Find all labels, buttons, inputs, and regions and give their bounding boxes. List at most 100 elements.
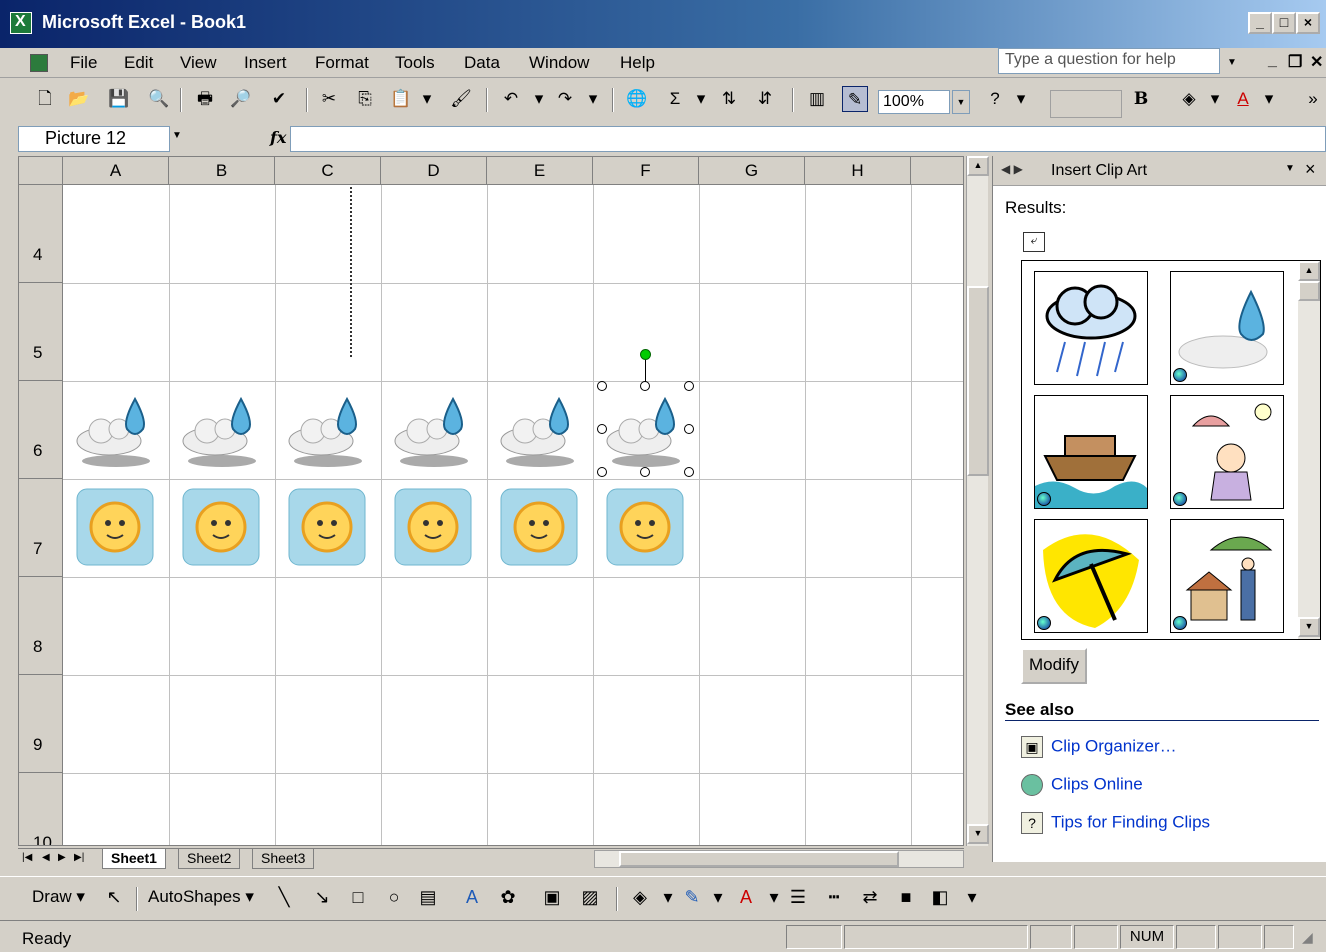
clips-online-link[interactable]: Clips Online xyxy=(1021,774,1143,796)
row-header-5[interactable]: 5 xyxy=(19,283,63,381)
next-sheet-icon[interactable]: ▶ xyxy=(58,852,66,863)
column-header-e[interactable]: E xyxy=(487,157,593,185)
first-sheet-icon[interactable]: |◀ xyxy=(22,852,32,863)
chart-wizard-icon[interactable]: ▥ xyxy=(804,86,830,112)
task-pane-close-icon[interactable]: × xyxy=(1305,159,1316,180)
task-pane-menu-icon[interactable]: ▼ xyxy=(1285,163,1295,174)
menu-edit[interactable]: Edit xyxy=(124,53,153,73)
results-scroll-down-button[interactable]: ▼ xyxy=(1298,617,1320,637)
wordart-icon[interactable]: A xyxy=(460,885,484,909)
column-header-b[interactable]: B xyxy=(169,157,275,185)
select-all-corner[interactable] xyxy=(19,157,63,185)
fill-color-icon[interactable]: ◈ xyxy=(1176,86,1202,112)
autoshapes-menu-button[interactable]: AutoShapes ▾ xyxy=(148,887,254,907)
sun-picture[interactable] xyxy=(75,487,155,567)
column-header-g[interactable]: G xyxy=(699,157,805,185)
minimize-button[interactable]: _ xyxy=(1248,12,1272,34)
task-pane-nav-icon[interactable]: ◀ ▶ xyxy=(1001,162,1023,176)
undo-icon[interactable]: ↶ xyxy=(498,86,524,112)
vertical-scrollbar[interactable]: ▲ ▼ xyxy=(966,156,989,846)
fill-color-dropdown-icon[interactable]: ▾ xyxy=(656,885,680,909)
clip-organizer-label[interactable]: Clip Organizer… xyxy=(1051,736,1177,755)
sheet-tab-sheet1[interactable]: Sheet1 xyxy=(102,849,166,869)
paste-icon[interactable]: 📋 xyxy=(388,86,414,112)
modify-button[interactable]: Modify xyxy=(1021,648,1087,684)
diagram-icon[interactable]: ✿ xyxy=(496,885,520,909)
menu-window[interactable]: Window xyxy=(529,53,589,73)
row-header-9[interactable]: 9 xyxy=(19,675,63,773)
autosum-dropdown-icon[interactable]: ▾ xyxy=(688,86,714,112)
help-icon[interactable]: ? xyxy=(982,86,1008,112)
menu-tools[interactable]: Tools xyxy=(395,53,435,73)
column-header-h[interactable]: H xyxy=(805,157,911,185)
redo-icon[interactable]: ↷ xyxy=(552,86,578,112)
help-question-input[interactable]: Type a question for help xyxy=(998,48,1220,74)
back-to-search-icon[interactable]: ⤶ xyxy=(1023,232,1045,252)
scroll-down-button[interactable]: ▼ xyxy=(967,824,989,844)
cloud-raindrop-picture[interactable] xyxy=(389,391,479,471)
menu-help[interactable]: Help xyxy=(620,53,655,73)
undo-dropdown-icon[interactable]: ▾ xyxy=(526,86,552,112)
shadow-style-icon[interactable]: ■ xyxy=(894,885,918,909)
format-painter-icon[interactable]: 🖌 xyxy=(448,86,474,112)
row-header-6[interactable]: 6 xyxy=(19,381,63,479)
sun-picture[interactable] xyxy=(605,487,685,567)
toolbar-options-icon[interactable]: ▾ xyxy=(960,885,984,909)
zoom-field[interactable]: 100% xyxy=(878,90,950,114)
horizontal-scroll-thumb[interactable] xyxy=(619,851,899,867)
drawing-icon[interactable]: ✎ xyxy=(842,86,868,112)
save-icon[interactable]: 💾 xyxy=(106,86,132,112)
cloud-raindrop-picture[interactable] xyxy=(283,391,373,471)
font-color-dropdown-icon[interactable]: ▾ xyxy=(762,885,786,909)
results-scroll-thumb[interactable] xyxy=(1298,281,1320,301)
sheet-tab-sheet2[interactable]: Sheet2 xyxy=(178,849,241,869)
close-button[interactable]: × xyxy=(1296,12,1320,34)
open-icon[interactable]: 📂 xyxy=(66,86,92,112)
clip-result-storm-cloud[interactable] xyxy=(1034,271,1148,385)
resize-handle[interactable] xyxy=(684,467,694,477)
font-color-dropdown-icon[interactable]: ▾ xyxy=(1256,86,1282,112)
clip-organizer-link[interactable]: ▣ Clip Organizer… xyxy=(1021,736,1177,758)
autosum-icon[interactable]: Σ xyxy=(662,86,688,112)
menu-insert[interactable]: Insert xyxy=(244,53,287,73)
resize-handle[interactable] xyxy=(684,424,694,434)
cloud-raindrop-picture[interactable] xyxy=(71,391,161,471)
menu-data[interactable]: Data xyxy=(464,53,500,73)
title-bar[interactable]: Microsoft Excel - Book1 _ □ × xyxy=(0,0,1326,48)
menu-file[interactable]: File xyxy=(70,53,97,73)
insert-function-icon[interactable]: fx xyxy=(270,128,286,147)
sort-ascending-icon[interactable]: ⇅ xyxy=(716,86,742,112)
print-icon[interactable]: 🖶 xyxy=(192,86,218,112)
doc-minimize-button[interactable]: _ xyxy=(1268,52,1277,70)
last-sheet-icon[interactable]: ▶| xyxy=(74,852,84,863)
formula-input[interactable] xyxy=(290,126,1326,152)
redo-dropdown-icon[interactable]: ▾ xyxy=(580,86,606,112)
line-color-dropdown-icon[interactable]: ▾ xyxy=(706,885,730,909)
selected-cloud-raindrop-picture[interactable] xyxy=(601,391,691,471)
scroll-up-button[interactable]: ▲ xyxy=(967,156,989,176)
resize-handle[interactable] xyxy=(640,381,650,391)
workbook-icon[interactable] xyxy=(30,54,48,72)
clip-art-icon[interactable]: ▣ xyxy=(540,885,564,909)
name-box[interactable]: Picture 12 xyxy=(18,126,170,152)
clip-result-person-umbrella[interactable] xyxy=(1170,395,1284,509)
paste-dropdown-icon[interactable]: ▾ xyxy=(414,86,440,112)
arrow-icon[interactable]: ↘ xyxy=(310,885,334,909)
sun-picture[interactable] xyxy=(181,487,261,567)
name-box-dropdown-icon[interactable]: ▼ xyxy=(172,130,182,141)
clips-online-label[interactable]: Clips Online xyxy=(1051,774,1143,793)
rectangle-icon[interactable]: □ xyxy=(346,885,370,909)
clip-results-list[interactable]: ▲ ▼ xyxy=(1021,260,1321,640)
menu-format[interactable]: Format xyxy=(315,53,369,73)
resize-handle[interactable] xyxy=(597,381,607,391)
clip-result-man-umbrella-house[interactable] xyxy=(1170,519,1284,633)
sheet-tab-sheet3[interactable]: Sheet3 xyxy=(252,849,315,869)
resize-handle[interactable] xyxy=(684,381,694,391)
toolbar-options-icon[interactable]: ▾ xyxy=(1008,86,1034,112)
3d-style-icon[interactable]: ◧ xyxy=(928,885,952,909)
copy-icon[interactable]: ⎘ xyxy=(352,86,378,112)
draw-menu-button[interactable]: Draw ▾ xyxy=(32,887,85,907)
more-buttons-icon[interactable]: » xyxy=(1300,86,1326,112)
cloud-raindrop-picture[interactable] xyxy=(177,391,267,471)
new-icon[interactable]: 🗋 xyxy=(32,86,58,112)
